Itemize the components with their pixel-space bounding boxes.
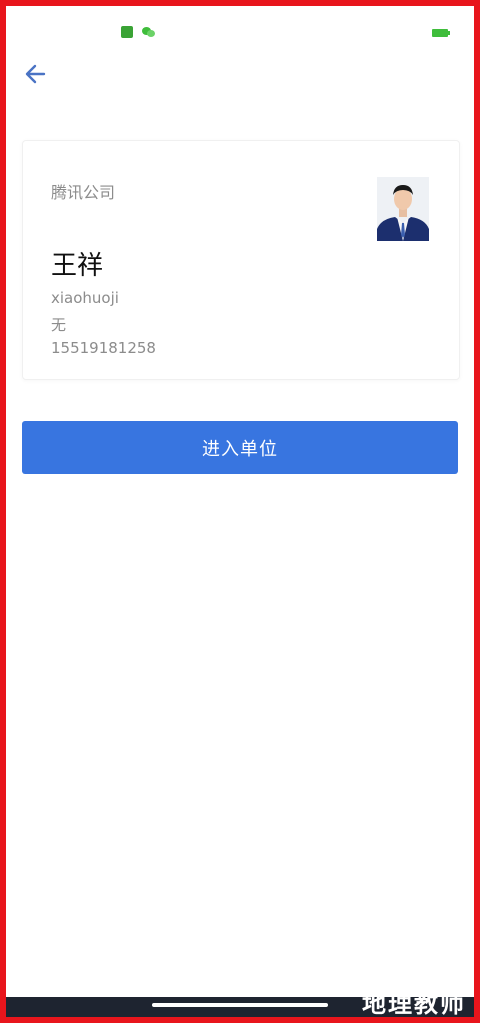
company-name: 腾讯公司 xyxy=(51,183,116,202)
wechat-icon xyxy=(142,26,155,38)
avatar xyxy=(377,177,429,241)
watermark-text: 地理教师 xyxy=(362,989,466,1017)
member-card: 腾讯公司 王祥 xiaohuoji 无 15519181258 xyxy=(22,140,460,380)
back-button[interactable] xyxy=(22,60,50,88)
username-text: xiaohuoji xyxy=(51,289,119,307)
app-notification-icon xyxy=(121,26,133,38)
home-indicator[interactable] xyxy=(152,1003,328,1007)
enter-organization-button[interactable]: 进入单位 xyxy=(22,421,458,474)
battery-icon xyxy=(432,29,450,37)
status-bar xyxy=(6,6,474,46)
app-screen: 腾讯公司 王祥 xiaohuoji 无 15519181258 进入单位 地理教… xyxy=(6,6,474,1017)
person-name: 王祥 xyxy=(51,251,104,281)
department-text: 无 xyxy=(51,316,67,334)
phone-text: 15519181258 xyxy=(51,339,156,357)
arrow-left-icon xyxy=(25,64,46,84)
